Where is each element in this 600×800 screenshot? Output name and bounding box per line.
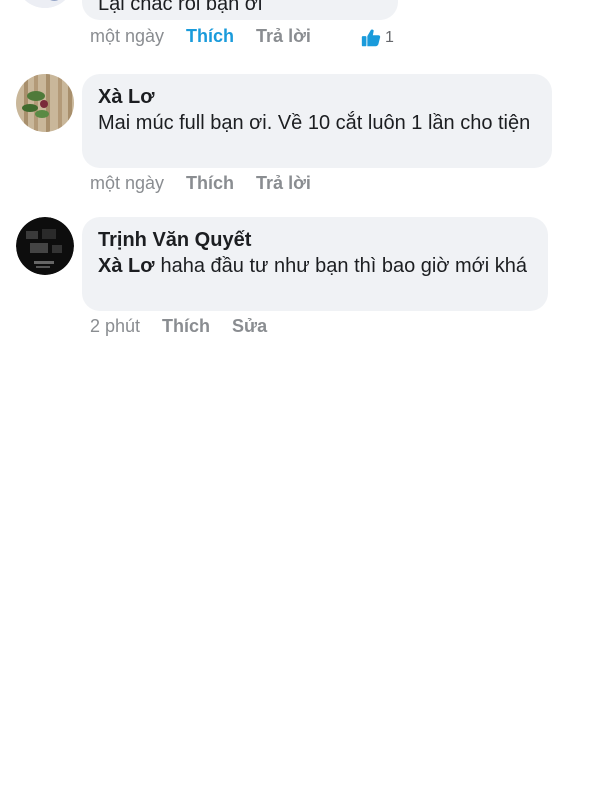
comment-bubble: Lại chắc rồi bạn ơi [82, 0, 398, 20]
comment-bubble: Trịnh Văn Quyết Xà Lơ haha đầu tư như bạn… [82, 217, 548, 311]
mention-tag[interactable]: Xà Lơ [98, 255, 154, 277]
avatar[interactable] [16, 217, 74, 275]
comment-bubble: Xà Lơ Mai múc full bạn ơi. Về 10 cắt luô… [82, 74, 552, 168]
like-button[interactable]: Thích [162, 316, 210, 337]
edit-button[interactable]: Sửa [232, 316, 267, 337]
comment-text: Mai múc full bạn ơi. Về 10 cắt luôn 1 lầ… [98, 112, 531, 134]
comment-actions: 2 phút Thích Sửa [90, 316, 267, 337]
reaction-summary[interactable]: 1 [360, 27, 394, 49]
comment-actions: một ngày Thích Trả lời [90, 26, 311, 47]
avatar-image [16, 0, 74, 8]
comment-text: Lại chắc rồi bạn ơi [98, 0, 263, 15]
reaction-count: 1 [385, 29, 394, 46]
avatar[interactable] [16, 74, 74, 132]
avatar-image [16, 217, 74, 275]
avatar[interactable] [16, 0, 74, 8]
comment-body: Xà Lơ haha đầu tư như bạn thì bao giờ mới… [98, 253, 532, 280]
comment-thread: Lại chắc rồi bạn ơi một ngày Thích Trả l… [0, 0, 600, 800]
like-button[interactable]: Thích [186, 173, 234, 194]
comment-actions: một ngày Thích Trả lời [90, 173, 311, 194]
reply-button[interactable]: Trả lời [256, 26, 311, 47]
comment-author[interactable]: Trịnh Văn Quyết [98, 227, 532, 253]
reply-button[interactable]: Trả lời [256, 173, 311, 194]
comment-text: haha đầu tư như bạn thì bao giờ mới khá [160, 255, 528, 277]
comment-time: một ngày [90, 173, 165, 193]
comment-time: một ngày [90, 26, 165, 46]
thumbs-up-icon [361, 29, 381, 47]
comment-time: 2 phút [90, 316, 141, 336]
like-button[interactable]: Thích [186, 26, 234, 47]
avatar-image [16, 74, 74, 132]
comment-author[interactable]: Xà Lơ [98, 84, 536, 110]
